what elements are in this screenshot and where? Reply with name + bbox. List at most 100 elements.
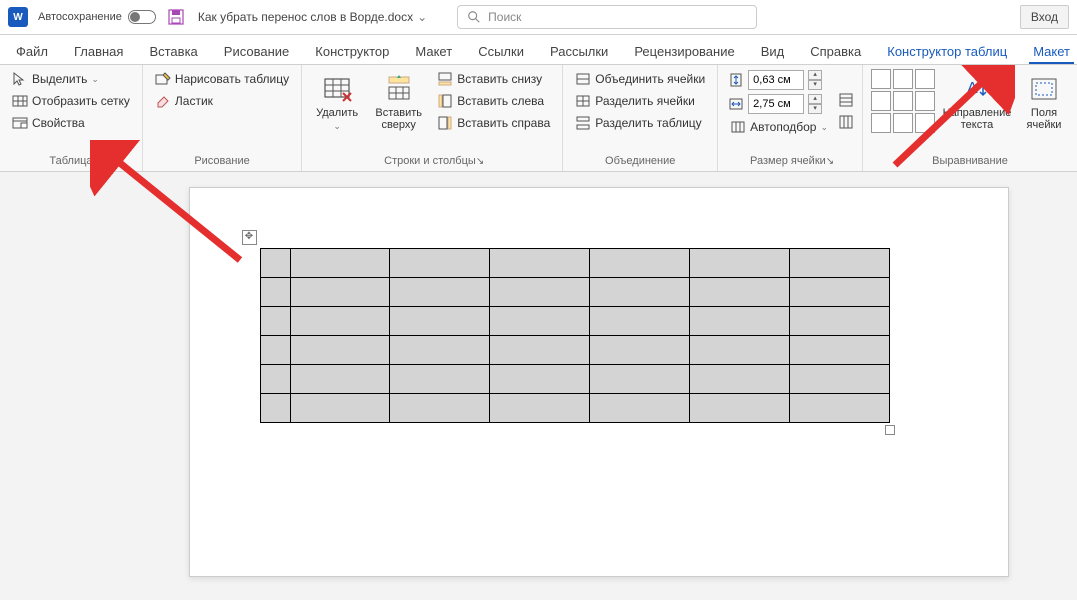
document-page[interactable]: ✥: [189, 187, 1009, 577]
table-cell[interactable]: [290, 249, 390, 278]
tab-review[interactable]: Рецензирование: [630, 38, 738, 64]
dialog-launcher-icon[interactable]: ↘: [476, 156, 484, 167]
tab-draw[interactable]: Рисование: [220, 38, 293, 64]
table-cell[interactable]: [689, 278, 789, 307]
align-top-center[interactable]: [893, 69, 913, 89]
table-cell[interactable]: [290, 278, 390, 307]
chevron-down-icon[interactable]: ⌄: [417, 10, 427, 24]
table-cell[interactable]: [490, 307, 590, 336]
dialog-launcher-icon[interactable]: ↘: [826, 156, 834, 167]
table-resize-handle-icon[interactable]: [885, 425, 895, 435]
table-cell[interactable]: [260, 336, 290, 365]
tab-table-design[interactable]: Конструктор таблиц: [883, 38, 1011, 64]
split-cells-button[interactable]: Разделить ячейки: [571, 91, 709, 111]
search-input[interactable]: Поиск: [457, 5, 757, 29]
table-cell[interactable]: [490, 249, 590, 278]
eraser-button[interactable]: Ластик: [151, 91, 293, 111]
distribute-rows-icon[interactable]: [838, 92, 854, 108]
table-cell[interactable]: [260, 307, 290, 336]
save-icon[interactable]: [168, 9, 184, 25]
row-height-input[interactable]: [748, 70, 804, 90]
table-cell[interactable]: [689, 394, 789, 423]
autofit-button[interactable]: Автоподбор ⌄: [726, 117, 832, 137]
word-table[interactable]: [260, 248, 890, 423]
table-cell[interactable]: [589, 278, 689, 307]
table-cell[interactable]: [290, 365, 390, 394]
table-cell[interactable]: [689, 249, 789, 278]
table-cell[interactable]: [789, 365, 889, 394]
table-cell[interactable]: [260, 365, 290, 394]
insert-above-button[interactable]: Вставить сверху: [366, 69, 431, 153]
table-cell[interactable]: [290, 336, 390, 365]
table-cell[interactable]: [789, 336, 889, 365]
table-cell[interactable]: [260, 394, 290, 423]
table-cell[interactable]: [589, 249, 689, 278]
insert-right-button[interactable]: Вставить справа: [433, 113, 554, 133]
table-cell[interactable]: [490, 336, 590, 365]
insert-left-button[interactable]: Вставить слева: [433, 91, 554, 111]
table-cell[interactable]: [589, 336, 689, 365]
tab-help[interactable]: Справка: [806, 38, 865, 64]
table-cell[interactable]: [689, 336, 789, 365]
align-middle-right[interactable]: [915, 91, 935, 111]
col-width-control[interactable]: ▴▾: [726, 93, 832, 115]
tab-design[interactable]: Конструктор: [311, 38, 393, 64]
properties-button[interactable]: Свойства: [8, 113, 134, 133]
table-cell[interactable]: [589, 365, 689, 394]
tab-insert[interactable]: Вставка: [145, 38, 201, 64]
table-cell[interactable]: [490, 365, 590, 394]
split-table-button[interactable]: Разделить таблицу: [571, 113, 709, 133]
table-cell[interactable]: [490, 278, 590, 307]
align-top-right[interactable]: [915, 69, 935, 89]
tab-layout[interactable]: Макет: [411, 38, 456, 64]
row-height-control[interactable]: ▴▾: [726, 69, 832, 91]
tab-home[interactable]: Главная: [70, 38, 127, 64]
toggle-switch-icon[interactable]: [128, 10, 156, 24]
table-cell[interactable]: [390, 394, 490, 423]
cell-margins-button[interactable]: Поля ячейки: [1019, 69, 1069, 153]
login-button[interactable]: Вход: [1020, 5, 1069, 29]
align-middle-left[interactable]: [871, 91, 891, 111]
col-width-input[interactable]: [748, 94, 804, 114]
table-cell[interactable]: [490, 394, 590, 423]
gridlines-button[interactable]: Отобразить сетку: [8, 91, 134, 111]
table-cell[interactable]: [589, 394, 689, 423]
tab-table-layout[interactable]: Макет: [1029, 38, 1074, 64]
table-cell[interactable]: [290, 394, 390, 423]
select-button[interactable]: Выделить ⌄: [8, 69, 134, 89]
tab-references[interactable]: Ссылки: [474, 38, 528, 64]
align-bottom-left[interactable]: [871, 113, 891, 133]
insert-below-button[interactable]: Вставить снизу: [433, 69, 554, 89]
autosave-toggle[interactable]: Автосохранение: [38, 10, 156, 24]
table-cell[interactable]: [260, 278, 290, 307]
draw-table-button[interactable]: Нарисовать таблицу: [151, 69, 293, 89]
table-cell[interactable]: [789, 307, 889, 336]
table-move-handle-icon[interactable]: ✥: [242, 230, 257, 245]
table-cell[interactable]: [390, 307, 490, 336]
text-direction-button[interactable]: A Направление текста: [937, 69, 1017, 153]
table-cell[interactable]: [789, 249, 889, 278]
tab-file[interactable]: Файл: [12, 38, 52, 64]
distribute-cols-icon[interactable]: [838, 114, 854, 130]
delete-button[interactable]: Удалить ⌄: [310, 69, 364, 153]
table-cell[interactable]: [589, 307, 689, 336]
table-cell[interactable]: [689, 365, 789, 394]
table-cell[interactable]: [390, 278, 490, 307]
table-cell[interactable]: [789, 394, 889, 423]
align-bottom-center[interactable]: [893, 113, 913, 133]
table-cell[interactable]: [260, 249, 290, 278]
table-cell[interactable]: [789, 278, 889, 307]
tab-mailings[interactable]: Рассылки: [546, 38, 612, 64]
align-middle-center[interactable]: [893, 91, 913, 111]
spinner-height[interactable]: ▴▾: [808, 70, 822, 90]
merge-cells-button[interactable]: Объединить ячейки: [571, 69, 709, 89]
table-cell[interactable]: [390, 249, 490, 278]
table-cell[interactable]: [689, 307, 789, 336]
tab-view[interactable]: Вид: [757, 38, 789, 64]
spinner-width[interactable]: ▴▾: [808, 94, 822, 114]
align-top-left[interactable]: [871, 69, 891, 89]
table-cell[interactable]: [290, 307, 390, 336]
table-cell[interactable]: [390, 336, 490, 365]
table-cell[interactable]: [390, 365, 490, 394]
align-bottom-right[interactable]: [915, 113, 935, 133]
